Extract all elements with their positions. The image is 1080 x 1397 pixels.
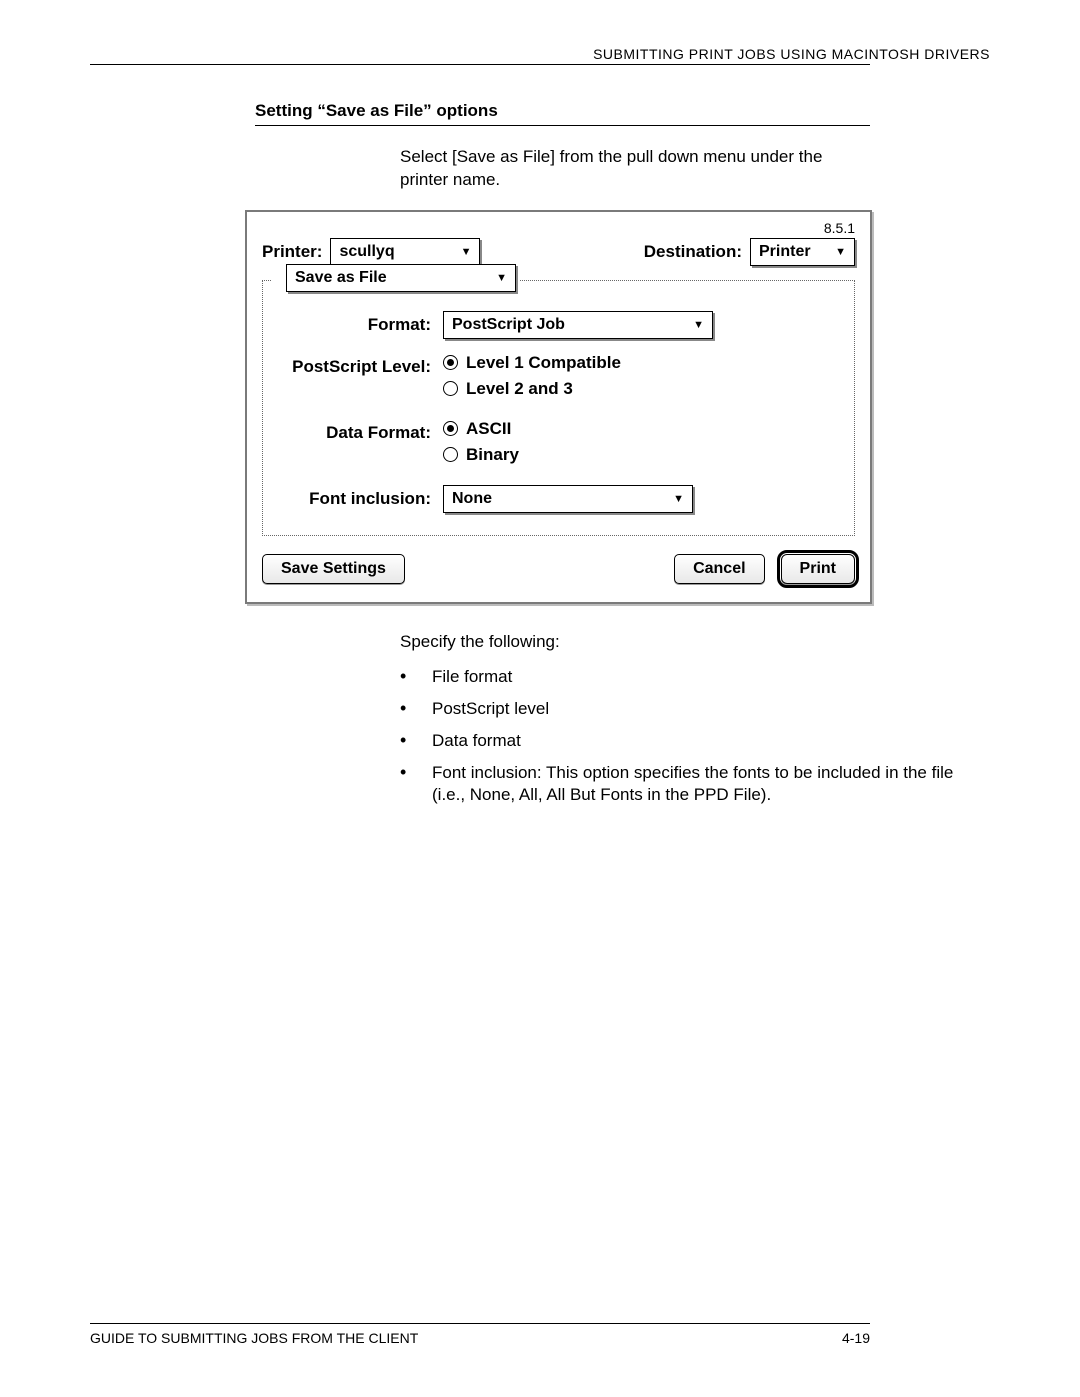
panel-dropdown[interactable]: Save as File ▼ (286, 264, 516, 292)
ps-level-2-radio[interactable]: Level 2 and 3 (443, 379, 839, 399)
destination-label: Destination: (644, 242, 742, 262)
footer-right-buttons: Cancel Print (674, 554, 855, 584)
postscript-level-row: PostScript Level: Level 1 Compatible Lev… (278, 353, 839, 405)
chevron-down-icon: ▼ (496, 272, 507, 284)
printer-label: Printer: (262, 242, 322, 262)
chevron-down-icon: ▼ (835, 246, 846, 258)
dialog-top-row: Printer: scullyq ▼ Destination: Printer … (262, 238, 855, 266)
data-format-binary-radio[interactable]: Binary (443, 445, 839, 465)
bullet-list: • File format • PostScript level • Data … (400, 666, 990, 806)
data-format-label: Data Format: (278, 419, 443, 443)
data-format-ascii-radio[interactable]: ASCII (443, 419, 839, 439)
data-format-row: Data Format: ASCII Binary (278, 419, 839, 471)
page-content: SUBMITTING PRINT JOBS USING MACINTOSH DR… (90, 46, 990, 1346)
chevron-down-icon: ▼ (673, 493, 684, 505)
panel-legend: Save as File ▼ (272, 264, 520, 292)
binary-label: Binary (466, 445, 519, 465)
font-inclusion-dropdown[interactable]: None ▼ (443, 485, 693, 513)
bullet-icon: • (400, 730, 432, 752)
footer-page-number: 4-19 (842, 1330, 870, 1346)
bullet-icon: • (400, 698, 432, 720)
section-heading: Setting “Save as File” options (255, 101, 990, 121)
header-rule (90, 64, 870, 65)
format-dropdown[interactable]: PostScript Job ▼ (443, 311, 713, 339)
bullet-text: Font inclusion: This option specifies th… (432, 762, 990, 806)
radio-selected-icon (443, 355, 458, 370)
ps-level-2-label: Level 2 and 3 (466, 379, 573, 399)
radio-unselected-icon (443, 447, 458, 462)
destination-dropdown[interactable]: Printer ▼ (750, 238, 855, 266)
ps-level-1-radio[interactable]: Level 1 Compatible (443, 353, 839, 373)
save-settings-button[interactable]: Save Settings (262, 554, 405, 584)
dialog-footer: Save Settings Cancel Print (262, 554, 855, 584)
chevron-down-icon: ▼ (461, 246, 472, 258)
chevron-down-icon: ▼ (693, 319, 704, 331)
format-row: Format: PostScript Job ▼ (278, 311, 839, 339)
radio-selected-icon (443, 421, 458, 436)
footer-rule (90, 1323, 870, 1324)
fieldset-inner: Format: PostScript Job ▼ PostScript Leve… (262, 280, 855, 536)
specify-text: Specify the following: (400, 632, 990, 652)
options-fieldset: Save as File ▼ Format: PostScript Job ▼ … (262, 280, 855, 536)
dialog-version: 8.5.1 (262, 220, 855, 236)
list-item: • File format (400, 666, 990, 688)
list-item: • PostScript level (400, 698, 990, 720)
font-inclusion-label: Font inclusion: (278, 485, 443, 509)
running-header: SUBMITTING PRINT JOBS USING MACINTOSH DR… (90, 46, 990, 62)
bullet-text: File format (432, 666, 990, 688)
radio-unselected-icon (443, 381, 458, 396)
print-button[interactable]: Print (781, 554, 855, 584)
printer-value: scullyq (339, 243, 394, 261)
format-value: PostScript Job (452, 316, 565, 334)
printer-group: Printer: scullyq ▼ (262, 238, 480, 266)
cancel-button[interactable]: Cancel (674, 554, 764, 584)
format-label: Format: (278, 311, 443, 335)
footer-left-text: GUIDE TO SUBMITTING JOBS FROM THE CLIENT (90, 1330, 418, 1346)
print-dialog: 8.5.1 Printer: scullyq ▼ Destination: Pr… (245, 210, 872, 604)
list-item: • Data format (400, 730, 990, 752)
destination-group: Destination: Printer ▼ (644, 238, 855, 266)
ps-level-1-label: Level 1 Compatible (466, 353, 621, 373)
page-footer: GUIDE TO SUBMITTING JOBS FROM THE CLIENT… (90, 1323, 870, 1346)
printer-dropdown[interactable]: scullyq ▼ (330, 238, 480, 266)
destination-value: Printer (759, 243, 811, 261)
bullet-icon: • (400, 762, 432, 806)
ps-level-label: PostScript Level: (278, 353, 443, 377)
intro-paragraph: Select [Save as File] from the pull down… (400, 146, 870, 192)
bullet-text: Data format (432, 730, 990, 752)
font-inclusion-value: None (452, 490, 492, 508)
panel-value: Save as File (295, 269, 387, 287)
bullet-text: PostScript level (432, 698, 990, 720)
ascii-label: ASCII (466, 419, 511, 439)
section-rule (255, 125, 870, 126)
list-item: • Font inclusion: This option specifies … (400, 762, 990, 806)
font-inclusion-row: Font inclusion: None ▼ (278, 485, 839, 513)
bullet-icon: • (400, 666, 432, 688)
